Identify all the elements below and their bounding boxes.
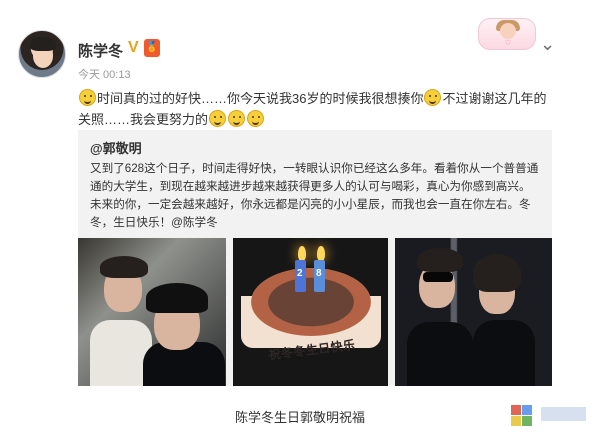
right-jacket-shape <box>473 320 535 386</box>
repost-author-link[interactable]: @郭敬明 <box>90 138 142 157</box>
candle-flame-icon <box>298 246 306 261</box>
avatar[interactable] <box>18 30 66 78</box>
member-badge-icon: 🏅 <box>144 39 160 57</box>
candle-8: 8 <box>314 260 325 292</box>
post-content: 时间真的过的好快……你今天说我36岁的时候我很想揍你 不过谢谢这几年的关照……我会… <box>78 88 548 130</box>
watermark-block <box>522 416 532 426</box>
decorative-watermark <box>502 394 596 434</box>
post-text-segment-1: 时间真的过的好快……你今天说我36岁的时候我很想揍你 <box>97 91 424 106</box>
photo-friends[interactable] <box>78 238 226 386</box>
left-jacket-shape <box>407 322 473 386</box>
photo-birthday-cake[interactable]: 2 8 祝冬冬生日快乐 <box>233 238 388 386</box>
post-author-name[interactable]: 陈学冬 <box>78 40 123 61</box>
repost-text: 又到了628这个日子，时间走得好快，一转眼认识你已经这么多年。看着你从一个普普通… <box>90 162 539 229</box>
smile-emoji-icon <box>424 89 442 106</box>
smile-emoji-icon <box>228 110 246 127</box>
smile-emoji-icon <box>247 110 265 127</box>
cake-top-shape <box>251 268 371 336</box>
right-person-hair <box>473 254 521 292</box>
smile-emoji-icon <box>79 89 96 106</box>
watermark-block <box>511 405 521 415</box>
watermark-block <box>522 405 532 415</box>
sunglasses-icon <box>423 272 453 282</box>
left-person-hair <box>417 248 463 272</box>
repost-card: @郭敬明 又到了628这个日子，时间走得好快，一转眼认识你已经这么多年。看着你从… <box>78 130 552 386</box>
verified-badge-icon: V <box>128 39 139 56</box>
left-person-hair <box>100 256 148 278</box>
right-person-cap <box>146 283 208 313</box>
weibo-post-card: 陈学冬 V 🏅 今天 00:13 ♡ ⌄ 时间真的过的好快……你今天说我36岁的… <box>4 4 596 398</box>
candle-flame-icon <box>317 246 325 261</box>
decorative-chibi-sticker: ♡ <box>478 18 536 50</box>
smile-emoji-icon <box>209 110 227 127</box>
post-time: 今天 00:13 <box>78 69 131 81</box>
watermark-block <box>511 416 521 426</box>
chibi-face-shape <box>500 23 516 39</box>
chibi-heart-text: ♡ <box>504 40 512 47</box>
watermark-block <box>541 407 586 421</box>
candle-2: 2 <box>295 260 306 292</box>
photo-couple[interactable] <box>395 238 552 386</box>
chevron-down-icon[interactable]: ⌄ <box>540 35 555 53</box>
